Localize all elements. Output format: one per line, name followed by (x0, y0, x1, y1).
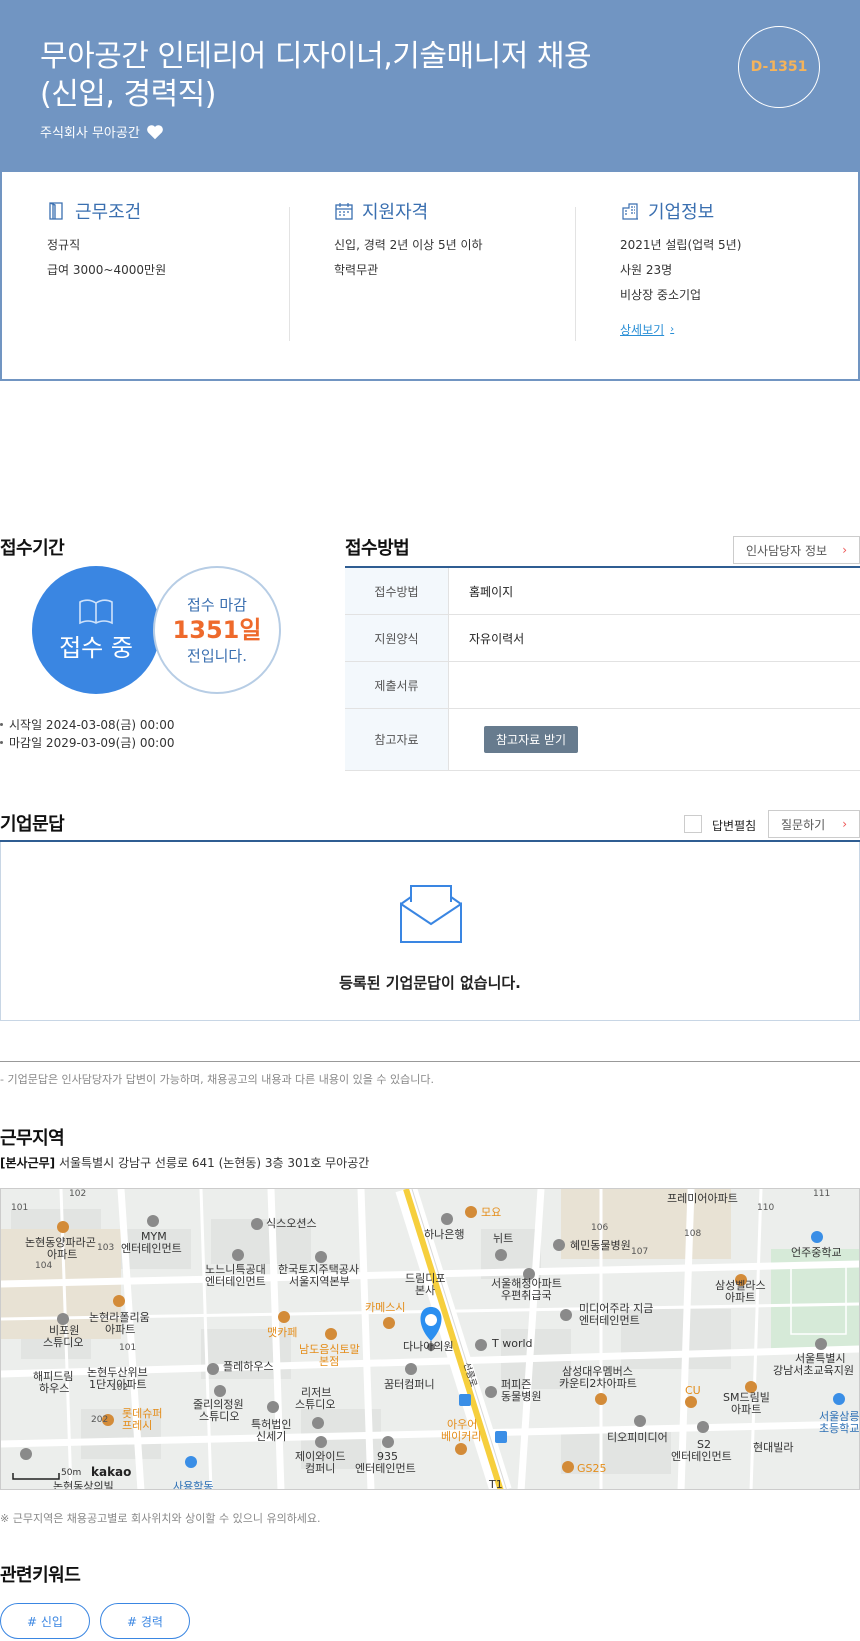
map-brand: kakao (91, 1465, 132, 1479)
chevron-right-icon: › (670, 324, 675, 335)
corp-line: 사원 23명 (620, 263, 673, 277)
divider (575, 207, 576, 341)
qna-title: 기업문답 (0, 814, 65, 835)
corp-line: 2021년 설립(업력 5년) (620, 238, 742, 252)
dday-badge: D-1351 (738, 26, 820, 108)
map-note: ※ 근무지역은 채용공고별로 회사위치와 상이할 수 있으니 유의하세요. (0, 1512, 321, 1525)
company-row: 주식회사 무아공간 (40, 122, 164, 141)
job-title: 무아공간 인테리어 디자이너,기술매니저 채용 (신입, 경력직) (40, 38, 640, 114)
qual-line: 학력무관 (334, 263, 379, 277)
building-icon (622, 203, 638, 220)
qual-line: 신입, 경력 2년 이상 5년 이하 (334, 238, 483, 252)
work-line: 급여 3000~4000만원 (47, 263, 167, 277)
start-date: 시작일 2024-03-08(금) 00:00 (0, 716, 174, 733)
corp-line: 비상장 중소기업 (620, 288, 702, 302)
method-title: 접수방법 (345, 538, 410, 559)
door-icon (49, 202, 63, 220)
chevron-right-icon: › (842, 543, 847, 557)
work-conditions-title: 근무조건 (47, 198, 166, 224)
keyword-tag[interactable]: # 신입 (0, 1603, 90, 1639)
end-date: 마감일 2029-03-09(금) 00:00 (0, 734, 174, 751)
hr-info-button[interactable]: 인사담당자 정보 › (733, 536, 860, 564)
status-text: 접수 중 (59, 633, 133, 662)
deadline-circle: 접수 마감 1351일 전입니다. (153, 566, 281, 694)
divider (0, 1061, 860, 1062)
company-name[interactable]: 주식회사 무아공간 (40, 122, 140, 141)
company-info: 기업정보 2021년 설립(업력 5년) 사원 23명 비상장 중소기업 상세보… (620, 198, 741, 338)
keywords-title: 관련키워드 (0, 1565, 81, 1586)
job-title-line1: 무아공간 인테리어 디자이너,기술매니저 채용 (40, 39, 592, 74)
address: [본사근무] 서울특별시 강남구 선릉로 641 (논현동) 3층 301호 무… (0, 1156, 370, 1170)
deadline-label: 접수 마감 (187, 596, 247, 614)
calendar-icon (335, 203, 353, 220)
mail-icon (400, 885, 462, 943)
divider (289, 207, 290, 341)
company-info-title: 기업정보 (620, 198, 741, 224)
heart-icon[interactable] (146, 124, 164, 140)
book-icon (79, 598, 113, 624)
location-title: 근무지역 (0, 1128, 65, 1149)
expand-answers-label[interactable]: 답변펼침 (712, 817, 756, 834)
work-line: 정규직 (47, 238, 81, 252)
qualifications-title: 지원자격 (334, 198, 483, 224)
method-row: 접수방법 홈페이지 (345, 568, 860, 615)
ask-question-button[interactable]: 질문하기 › (768, 810, 860, 838)
deadline-days: 1351일 (172, 616, 262, 644)
method-row: 참고자료 참고자료 받기 (345, 709, 860, 771)
qualifications: 지원자격 신입, 경력 2년 이상 5년 이하 학력무관 (334, 198, 483, 277)
method-row: 지원양식 자유이력서 (345, 615, 860, 662)
method-table: 접수방법 홈페이지 지원양식 자유이력서 제출서류 참고자료 참고자료 받기 (345, 566, 860, 771)
job-header: 무아공간 인테리어 디자이너,기술매니저 채용 (신입, 경력직) 주식회사 무… (0, 0, 860, 172)
qna-empty-message: 등록된 기업문답이 없습니다. (339, 974, 521, 992)
keyword-tag[interactable]: # 경력 (100, 1603, 190, 1639)
expand-answers-checkbox[interactable] (684, 815, 702, 833)
download-reference-button[interactable]: 참고자료 받기 (484, 726, 579, 753)
summary-box: 근무조건 정규직 급여 3000~4000만원 지원자격 신입, 경력 2년 이… (0, 172, 860, 381)
qna-box: 등록된 기업문답이 없습니다. (0, 842, 860, 1021)
method-row: 제출서류 (345, 662, 860, 709)
detail-link[interactable]: 상세보기 › (620, 321, 674, 338)
job-title-line2: (신입, 경력직) (40, 77, 216, 112)
work-conditions: 근무조건 정규직 급여 3000~4000만원 (47, 198, 167, 277)
period-title: 접수기간 (0, 538, 65, 559)
chevron-right-icon: › (842, 817, 847, 831)
map[interactable]: 논현동양파라곤 아파트 MYM 엔터테인먼트 식스오션스 하나은행 모요 뉘트 … (0, 1188, 860, 1490)
status-circle: 접수 중 (32, 566, 160, 694)
map-scale: 50m (61, 1468, 82, 1478)
deadline-suffix: 전입니다. (187, 647, 247, 665)
qna-note: - 기업문답은 인사담당자가 답변이 가능하며, 채용공고의 내용과 다른 내용… (0, 1073, 434, 1086)
